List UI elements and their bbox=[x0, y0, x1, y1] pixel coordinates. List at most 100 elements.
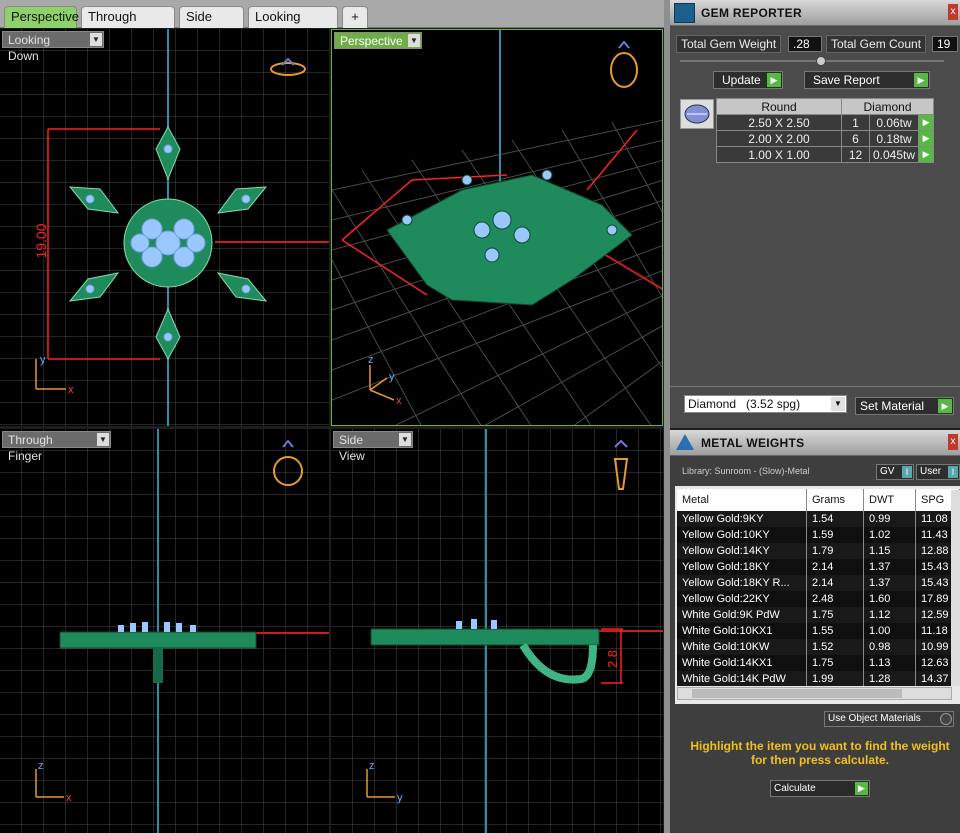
axis-z-label: z bbox=[369, 760, 375, 772]
metal-grams: 2.48 bbox=[807, 591, 864, 607]
viewport-side-view[interactable]: 2.8 z y Side View ▼ bbox=[331, 429, 663, 833]
metal-weights-logo-icon bbox=[676, 434, 694, 450]
chevron-down-icon[interactable]: ▼ bbox=[97, 433, 109, 446]
gem-reporter-panel: GEM REPORTER x Total Gem Weight .28 Tota… bbox=[670, 0, 960, 428]
viewport-label-looking-down[interactable]: Looking Down ▼ bbox=[2, 31, 104, 63]
perspective-scene: z x y bbox=[332, 30, 662, 425]
arrow-right-icon: ▶ bbox=[914, 73, 928, 87]
metal-dwt: 1.02 bbox=[864, 527, 916, 543]
material-select[interactable]: Diamond (3.52 spg) ▼ bbox=[684, 395, 847, 413]
arrow-right-icon[interactable]: ▶ bbox=[918, 146, 935, 163]
gem-table-row[interactable]: 1.00 X 1.00 12 0.045tw ▶ bbox=[716, 146, 935, 163]
axis-y-label: y bbox=[389, 371, 395, 383]
viewport-label-perspective[interactable]: Perspective ▼ bbox=[334, 32, 422, 49]
metal-weights-title: METAL WEIGHTS bbox=[701, 436, 805, 450]
total-gem-weight-value: .28 bbox=[788, 36, 822, 52]
gem-weight: 0.18tw bbox=[868, 130, 920, 147]
viewport-looking-down[interactable]: 19.00 y x Looking Down ▼ bbox=[0, 29, 329, 426]
metal-dwt: 1.28 bbox=[864, 671, 916, 686]
metal-table-row[interactable]: Yellow Gold:18KY 2.14 1.37 15.43 bbox=[677, 559, 960, 575]
metal-grams: 1.59 bbox=[807, 527, 864, 543]
metal-dwt: 1.00 bbox=[864, 623, 916, 639]
tab-perspective[interactable]: Perspective bbox=[4, 6, 79, 28]
add-tab-button[interactable]: + bbox=[342, 6, 368, 28]
gv-toggle[interactable]: GV I bbox=[876, 464, 914, 480]
user-toggle[interactable]: User I bbox=[916, 464, 960, 480]
close-icon[interactable]: x bbox=[948, 4, 958, 20]
side-view-scene: 2.8 z y bbox=[331, 429, 663, 833]
axis-y-label: y bbox=[40, 354, 46, 366]
gem-weight: 0.06tw bbox=[868, 114, 920, 131]
tab-looking-down[interactable]: Looking Down bbox=[248, 6, 338, 44]
viewport-label-through-finger[interactable]: Through Finger ▼ bbox=[2, 431, 111, 463]
arrow-right-icon[interactable]: ▶ bbox=[918, 130, 935, 147]
metal-dwt: 1.15 bbox=[864, 543, 916, 559]
metal-table-row[interactable]: White Gold:14KX1 1.75 1.13 12.63 bbox=[677, 655, 960, 671]
gem-table-row[interactable]: 2.50 X 2.50 1 0.06tw ▶ bbox=[716, 114, 935, 131]
metal-grams: 1.99 bbox=[807, 671, 864, 686]
save-report-button[interactable]: Save Report ▶ bbox=[804, 71, 930, 89]
arrow-right-icon[interactable]: ▶ bbox=[918, 114, 935, 131]
metal-table-row[interactable]: White Gold:10KX1 1.55 1.00 11.18 bbox=[677, 623, 960, 639]
toggle-icon: I bbox=[902, 466, 912, 478]
metal-table-row[interactable]: Yellow Gold:18KY R... 2.14 1.37 15.43 bbox=[677, 575, 960, 591]
metal-table-row[interactable]: White Gold:10KW 1.52 0.98 10.99 bbox=[677, 639, 960, 655]
metal-name: Yellow Gold:10KY bbox=[677, 527, 807, 543]
gem-count: 6 bbox=[841, 130, 870, 147]
use-object-materials-toggle[interactable]: Use Object Materials bbox=[824, 711, 954, 727]
view-tab-bar: Perspective Through Finger Side View Loo… bbox=[0, 0, 664, 44]
chevron-down-icon[interactable]: ▼ bbox=[408, 34, 420, 47]
chevron-down-icon[interactable]: ▼ bbox=[399, 433, 411, 446]
scrollbar-thumb[interactable] bbox=[692, 689, 902, 698]
use-object-materials-label: Use Object Materials bbox=[828, 713, 921, 724]
metal-table-row[interactable]: White Gold:14K PdW 1.99 1.28 14.37 bbox=[677, 671, 960, 686]
metal-name: White Gold:14KX1 bbox=[677, 655, 807, 671]
viewport-through-finger[interactable]: z x Through Finger ▼ bbox=[0, 429, 329, 833]
update-button[interactable]: Update ▶ bbox=[713, 71, 783, 89]
metal-grams: 1.52 bbox=[807, 639, 864, 655]
slider-handle[interactable] bbox=[816, 56, 826, 66]
close-icon[interactable]: x bbox=[948, 434, 958, 450]
chevron-down-icon[interactable]: ▼ bbox=[90, 33, 102, 46]
arrow-right-icon: ▶ bbox=[938, 399, 952, 413]
vertical-scrollbar[interactable] bbox=[951, 490, 960, 686]
metal-grams: 1.75 bbox=[807, 655, 864, 671]
library-label: Library: Sunroom - (Slow)-Metal bbox=[682, 466, 810, 476]
gem-count: 12 bbox=[841, 146, 870, 163]
metal-name: Yellow Gold:22KY bbox=[677, 591, 807, 607]
gem-size: 2.00 X 2.00 bbox=[716, 130, 842, 147]
viewport-label-text: Side View bbox=[339, 433, 365, 463]
horizontal-scrollbar[interactable] bbox=[677, 687, 952, 700]
divider bbox=[670, 386, 960, 387]
metal-table-row[interactable]: Yellow Gold:14KY 1.79 1.15 12.88 bbox=[677, 543, 960, 559]
viewport-perspective[interactable]: z x y Perspective ▼ bbox=[331, 29, 663, 426]
tab-side-view[interactable]: Side View bbox=[179, 6, 244, 44]
material-select-value: Diamond bbox=[688, 397, 737, 411]
metal-table-row[interactable]: Yellow Gold:22KY 2.48 1.60 17.89 bbox=[677, 591, 960, 607]
looking-down-scene: 19.00 y x bbox=[0, 29, 329, 426]
metal-dwt: 0.98 bbox=[864, 639, 916, 655]
gem-table-row[interactable]: 2.00 X 2.00 6 0.18tw ▶ bbox=[716, 130, 935, 147]
axis-y-label: y bbox=[397, 792, 403, 804]
metal-grams: 1.54 bbox=[807, 511, 864, 527]
viewport-label-side-view[interactable]: Side View ▼ bbox=[333, 431, 413, 463]
metal-name: White Gold:9K PdW bbox=[677, 607, 807, 623]
dim-depth-label: 2.8 bbox=[605, 650, 620, 668]
metal-name: Yellow Gold:14KY bbox=[677, 543, 807, 559]
tab-through-finger[interactable]: Through Finger bbox=[81, 6, 175, 44]
col-dwt: DWT bbox=[864, 489, 916, 511]
calculate-button[interactable]: Calculate ▶ bbox=[770, 780, 870, 797]
gem-reporter-header: GEM REPORTER x bbox=[670, 0, 960, 26]
slider-track bbox=[680, 60, 944, 62]
gem-table: Round Diamond 2.50 X 2.50 1 0.06tw ▶ 2.00 X … bbox=[716, 98, 935, 163]
metal-table-row[interactable]: White Gold:9K PdW 1.75 1.12 12.59 bbox=[677, 607, 960, 623]
set-material-button[interactable]: Set Material ▶ bbox=[855, 397, 954, 415]
metal-table-row[interactable]: Yellow Gold:10KY 1.59 1.02 11.43 bbox=[677, 527, 960, 543]
dim-height-label: 19.00 bbox=[33, 223, 49, 258]
instruction-text: Highlight the item you want to find the … bbox=[690, 739, 950, 767]
chevron-down-icon[interactable]: ▼ bbox=[831, 397, 845, 411]
metal-table-row[interactable]: Yellow Gold:9KY 1.54 0.99 11.08 bbox=[677, 511, 960, 527]
material-spg: (3.52 spg) bbox=[746, 397, 801, 411]
metal-dwt: 1.37 bbox=[864, 559, 916, 575]
gem-size: 2.50 X 2.50 bbox=[716, 114, 842, 131]
